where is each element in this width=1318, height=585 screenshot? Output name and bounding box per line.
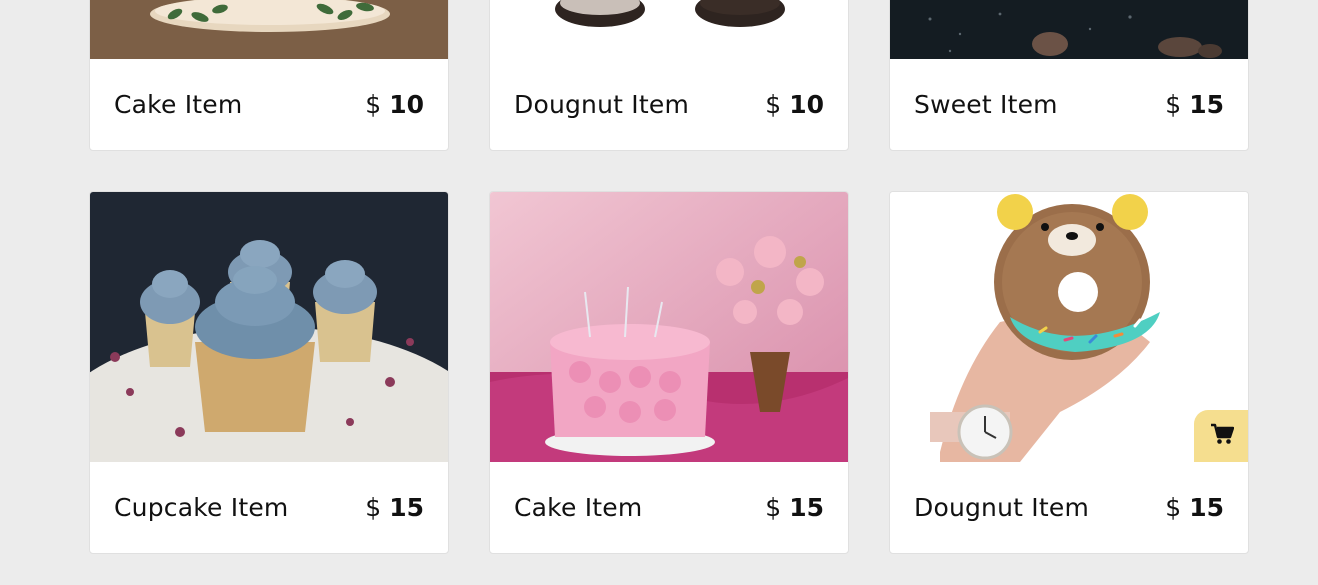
product-price: $15 [765,493,824,522]
product-image [490,192,848,462]
price-value: 10 [389,90,424,119]
currency-symbol: $ [365,90,382,119]
product-price: $15 [1165,493,1224,522]
product-price: $10 [365,90,424,119]
product-image [490,0,848,59]
product-card[interactable]: Cake Item $15 [489,191,849,554]
currency-symbol: $ [765,493,782,522]
add-to-cart-button[interactable] [1194,410,1248,462]
product-image [90,0,448,59]
product-price: $10 [765,90,824,119]
product-card[interactable]: Dougnut Item $10 [489,0,849,151]
product-name: Sweet Item [914,90,1058,119]
product-card[interactable]: Sweet Item $15 [889,0,1249,151]
price-value: 15 [389,493,424,522]
product-price: $15 [365,493,424,522]
currency-symbol: $ [765,90,782,119]
product-price: $15 [1165,90,1224,119]
product-name: Dougnut Item [914,493,1090,522]
product-image [890,0,1248,59]
shopping-cart-icon [1210,423,1235,449]
currency-symbol: $ [1165,90,1182,119]
price-value: 15 [1189,90,1224,119]
currency-symbol: $ [1165,493,1182,522]
product-card[interactable]: Dougnut Item $15 [889,191,1249,554]
product-card[interactable]: Cupcake Item $15 [89,191,449,554]
product-card[interactable]: Cake Item $10 [89,0,449,151]
product-image [890,192,1248,462]
price-value: 15 [1189,493,1224,522]
product-name: Dougnut Item [514,90,690,119]
product-name: Cake Item [114,90,243,119]
product-name: Cupcake Item [114,493,289,522]
price-value: 15 [789,493,824,522]
product-image [90,192,448,462]
product-name: Cake Item [514,493,643,522]
currency-symbol: $ [365,493,382,522]
price-value: 10 [789,90,824,119]
